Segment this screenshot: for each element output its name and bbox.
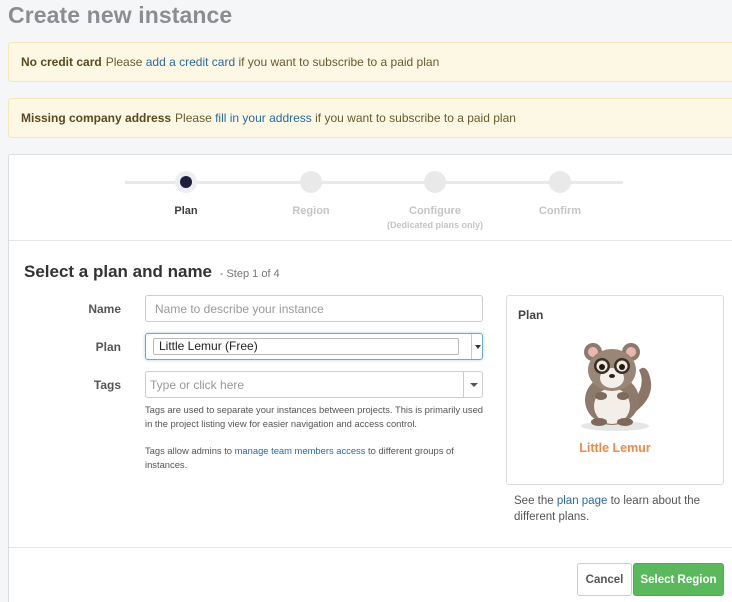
- company-address-alert: Missing company address Please fill in y…: [8, 98, 732, 138]
- select-region-button[interactable]: Select Region: [633, 563, 724, 596]
- step-confirm-label: Confirm: [538, 205, 582, 217]
- plan-name: Little Lemur: [579, 441, 651, 455]
- credit-card-alert: No credit card Please add a credit card …: [8, 42, 732, 82]
- plan-label: Plan: [95, 340, 121, 354]
- alert-strong-text: No credit card: [21, 55, 102, 69]
- add-credit-card-link[interactable]: add a credit card: [146, 55, 235, 69]
- step-region-label: Region: [292, 205, 330, 217]
- plan-select-value: Little Lemur (Free): [153, 338, 459, 355]
- plan-box-title: Plan: [518, 308, 544, 322]
- alert-strong-text: Missing company address: [21, 111, 172, 125]
- plan-note-pre: See the: [514, 495, 557, 507]
- step-configure-label: Configure: [409, 205, 461, 217]
- step-plan-label: Plan: [174, 205, 198, 217]
- manage-team-access-link[interactable]: manage team members access: [235, 445, 366, 456]
- tags-label: Tags: [93, 378, 121, 392]
- alert-text: if you want to subscribe to a paid plan: [311, 111, 516, 125]
- tags-help-pre: Tags allow admins to: [145, 445, 235, 456]
- section-title: Select a plan and name - Step 1 of 4: [24, 262, 280, 282]
- plan-select[interactable]: Little Lemur (Free): [145, 333, 483, 360]
- alert-text: if you want to subscribe to a paid plan: [235, 55, 440, 69]
- plan-preview-box: Plan Little Lemur: [506, 295, 724, 485]
- alert-text: Please: [175, 111, 216, 125]
- create-instance-card: Plan Region Configure (Dedicated plans o…: [8, 154, 732, 602]
- plan-page-link[interactable]: plan page: [557, 495, 608, 507]
- chevron-down-icon[interactable]: [463, 372, 482, 397]
- tags-admin-help: Tags allow admins to manage team members…: [145, 444, 491, 471]
- chevron-down-icon[interactable]: [471, 334, 482, 359]
- name-input[interactable]: Name to describe your instance: [145, 295, 483, 322]
- section-step-indicator: - Step 1 of 4: [219, 268, 280, 280]
- plan-page-note: See the plan page to learn about the dif…: [514, 493, 724, 525]
- tags-input-placeholder: Type or click here: [150, 378, 245, 392]
- wizard-steps: Plan Region Configure (Dedicated plans o…: [9, 155, 732, 241]
- fill-address-link[interactable]: fill in your address: [215, 111, 312, 125]
- step-configure-dot: [424, 171, 446, 193]
- tags-help-text: Tags are used to separate your instances…: [145, 404, 484, 429]
- step-confirm-dot: [549, 171, 571, 193]
- page-title: Create new instance: [8, 2, 233, 28]
- tags-input[interactable]: Type or click here: [145, 371, 483, 398]
- lemur-mascot-icon: [581, 343, 652, 431]
- name-label: Name: [88, 302, 121, 316]
- card-footer: Cancel Select Region: [9, 547, 732, 602]
- section-title-text: Select a plan and name: [24, 262, 213, 281]
- step-plan-dot: [175, 171, 197, 193]
- alert-text: Please: [105, 55, 146, 69]
- step-region-dot: [300, 171, 322, 193]
- step-configure-note: (Dedicated plans only): [386, 220, 484, 230]
- name-input-placeholder: Name to describe your instance: [155, 301, 324, 316]
- cancel-button[interactable]: Cancel: [577, 563, 632, 596]
